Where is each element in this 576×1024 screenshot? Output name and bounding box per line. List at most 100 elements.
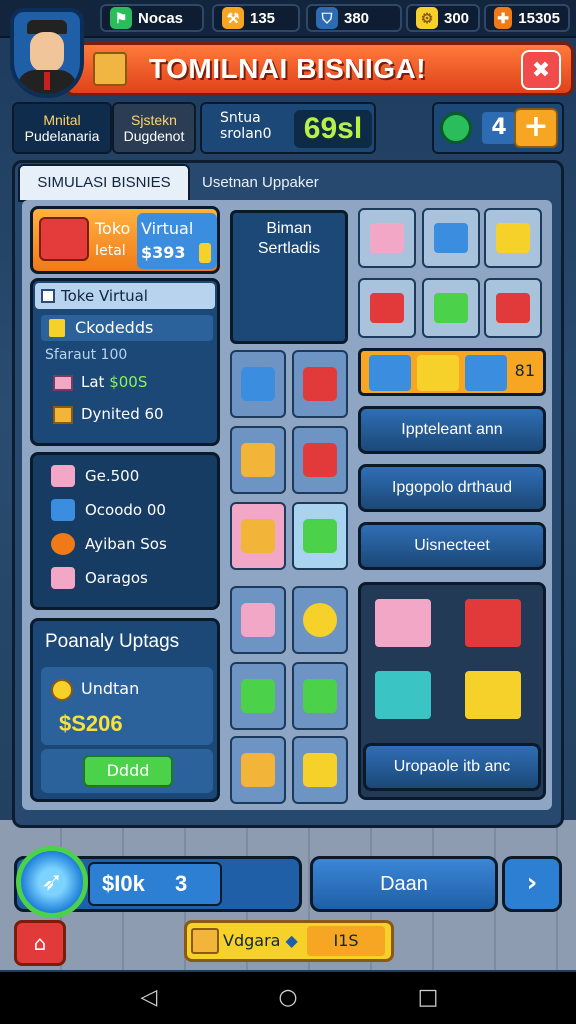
cart-icon [434,223,468,253]
item-slot-selected[interactable] [230,502,286,570]
shelf-icon [496,223,530,253]
cushion-icon [241,603,275,637]
shop-preview-panel: Uropaole itb anc [358,582,546,800]
cart-icon [370,293,404,323]
action-button-1[interactable]: Ippteleant ann [358,406,546,454]
tab-modal-line2: Pudelanaria [24,128,100,144]
gem-counter: 4 + [432,102,564,154]
next-button[interactable]: › [502,856,562,912]
close-button[interactable]: ✖ [521,50,561,90]
coin-icon [51,679,73,701]
item-slot[interactable] [230,426,286,494]
item-slot[interactable] [230,586,286,654]
nut-icon [303,603,337,637]
item-slot[interactable] [230,736,286,804]
resource-bar: ⚑ Nocas ⚒ 135 ⛉ 380 ⚙ 300 ✚ 15305 [0,0,576,38]
virtual-label: Virtual [141,219,194,238]
wooden-box-icon [241,753,275,787]
diamond-icon: ◆ [285,931,298,950]
item-slot[interactable] [292,426,348,494]
virtual-box: Virtual $393 [137,213,217,269]
back-icon[interactable]: ◁ [134,984,164,1012]
dart-target-button[interactable]: ➶ [16,846,88,918]
list-item-label: Oaragos [85,569,148,587]
home-icon[interactable]: ○ [273,984,303,1012]
hammer-icon: ⚒ [222,7,244,29]
resource-shield[interactable]: ⛉ 380 [306,4,402,32]
toko-sublabel: Ietal [95,243,126,259]
bottom-info-bar[interactable]: Vdgara ◆ I1S [184,920,394,962]
shop-slot[interactable] [422,208,480,268]
recents-icon[interactable]: □ [413,984,443,1012]
item-slot[interactable] [230,662,286,730]
cart-icon [369,355,411,391]
resource-nocas[interactable]: ⚑ Nocas [100,4,204,32]
tag-icon [303,753,337,787]
tab-upgrade[interactable]: Usetnan Uppaker [194,166,368,200]
tab-modal[interactable]: Mnital Pudelanaria [12,102,112,154]
toko-panel-header: Toke Virtual [35,283,215,309]
item-slot[interactable] [230,350,286,418]
tab-simulasi[interactable]: SIMULASI BISNIES [18,164,190,202]
gem-icon [440,112,472,144]
item-slot[interactable] [292,502,348,570]
shop-slot[interactable] [358,278,416,338]
close-icon: ✖ [531,57,551,83]
crate-icon [191,928,219,954]
shop-upgrade-button[interactable]: Uropaole itb anc [363,743,541,791]
shop-slot[interactable] [484,208,542,268]
add-gems-button[interactable]: + [514,108,558,148]
upgrade-buy-button[interactable]: Dddd [83,755,173,787]
resource-hammer[interactable]: ⚒ 135 [212,4,300,32]
list-item[interactable]: Ge.500 [51,461,139,491]
resource-gear[interactable]: ⚙ 300 [406,4,480,32]
shop-slot[interactable] [422,278,480,338]
shop-slot[interactable] [358,208,416,268]
toko-highlight-row[interactable]: Ckodedds [41,315,213,341]
list-item[interactable]: Ayiban Sos [51,529,167,559]
lat-value: $00S [109,373,148,391]
green-crate-icon [303,679,337,713]
upgrade-button-wrap: Dddd [41,749,213,793]
flag-icon: ⚑ [110,7,132,29]
item-grid [230,350,350,804]
list-item[interactable]: Oaragos [51,563,148,593]
tie [44,72,50,90]
item-slot[interactable] [292,586,348,654]
action-button-2[interactable]: Ipgopolo drthaud [358,464,546,512]
status-label-line1: Sntua [220,110,261,126]
item-slot[interactable] [292,662,348,730]
item-slot[interactable] [292,736,348,804]
resource-label: 380 [344,9,370,27]
item-slot[interactable] [292,350,348,418]
tab-system-line1: Sjstekn [131,112,177,128]
list-item[interactable]: Ocoodo 00 [51,495,166,525]
toko-virtual-card[interactable]: Toko Ietal Virtual $393 [30,206,220,274]
player-avatar[interactable] [10,8,84,98]
sertifikat-card[interactable]: Biman Sertladis [230,210,348,344]
bin-icon [241,367,275,401]
resource-label: 135 [250,9,276,27]
tab-system[interactable]: Sjstekn Dugdenot [112,102,196,154]
upgrade-item: Undtan $S206 [41,667,213,745]
highlight-label: Ckodedds [75,318,154,337]
featured-count: 81 [514,361,535,380]
toko-panel: Toke Virtual Ckodedds Sfaraut 100 Lat $0… [30,278,220,446]
shop-slot[interactable] [484,278,542,338]
toko-row-lat: Lat $00S [53,373,147,391]
featured-items-row[interactable]: 81 [358,348,546,396]
green-basket-icon [303,519,337,553]
shield-icon: ⛉ [316,7,338,29]
action-button-3[interactable]: Uisnecteet [358,522,546,570]
daan-button[interactable]: Daan [310,856,498,912]
resource-ticket[interactable]: ✚ 15305 [484,4,570,32]
store-button[interactable]: ⌂ [14,920,66,966]
shop-front-icon [465,599,521,647]
toko-row-dynited: Dynited 60 [53,405,164,424]
info-label: Vdgara ◆ [223,931,298,950]
cart-icon [417,355,459,391]
dynited-label: Dynited 60 [81,405,164,423]
fruit-basket-icon [303,367,337,401]
building-icon [49,319,65,337]
title-banner: TOMILNAI BISNIGA! ✖ [64,42,574,96]
